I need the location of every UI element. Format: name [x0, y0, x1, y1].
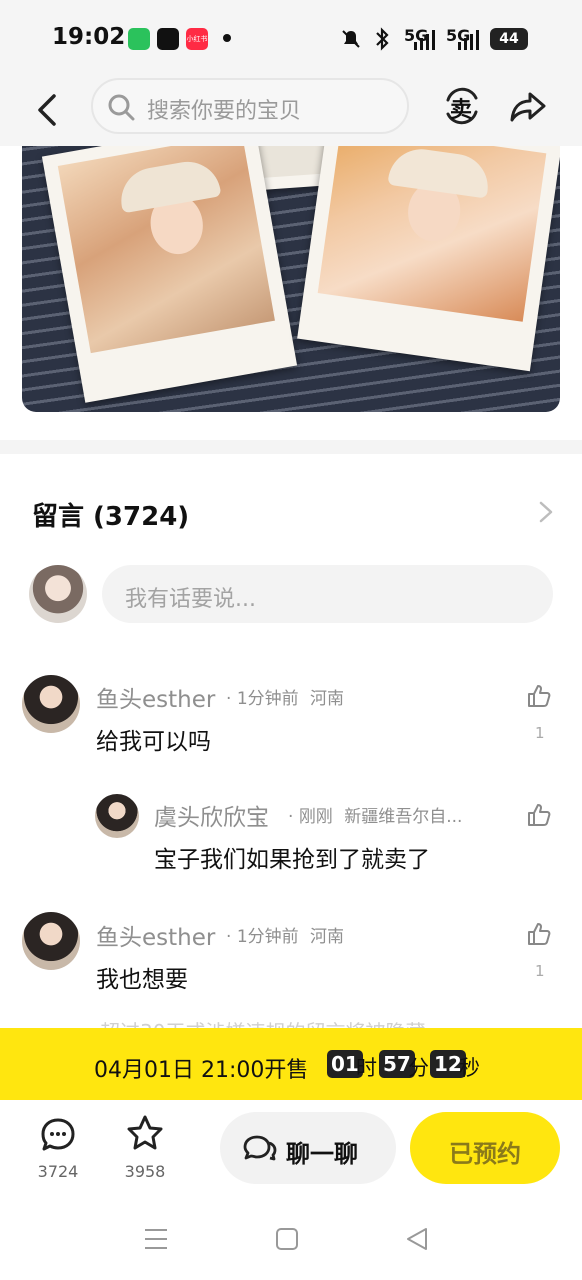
my-avatar	[29, 565, 87, 623]
comments-title[interactable]: 留言 (3724)	[32, 496, 189, 533]
search-placeholder: 搜索你要的宝贝	[147, 99, 302, 124]
menu-icon[interactable]	[144, 1228, 168, 1250]
status-time: 19:02	[52, 24, 126, 50]
product-image[interactable]	[22, 146, 560, 412]
countdown-seconds-unit: 秒	[459, 1056, 480, 1080]
search-input[interactable]: 搜索你要的宝贝	[91, 78, 409, 134]
share-icon[interactable]	[508, 86, 548, 126]
signal-bars-icon-1	[414, 30, 435, 50]
comment-username[interactable]: 鱼头esther	[96, 918, 215, 952]
home-square-icon[interactable]	[275, 1227, 299, 1251]
more-notifications-dot	[223, 34, 231, 42]
polaroid-photo	[297, 146, 560, 372]
thumbs-up-icon[interactable]	[526, 802, 552, 828]
chat-button[interactable]: 聊一聊	[220, 1112, 396, 1184]
bottom-action-bar: 3724 3958 聊一聊 已预约	[0, 1100, 582, 1196]
avatar[interactable]	[22, 912, 80, 970]
bluetooth-icon	[376, 27, 389, 51]
comment-time: 1分钟前	[236, 927, 299, 947]
wechat-notification-icon	[128, 28, 150, 50]
signal-bars-icon-2	[458, 30, 479, 50]
comment-username[interactable]: 鱼头esther	[96, 680, 215, 714]
mute-icon	[342, 30, 360, 48]
thumbs-up-icon[interactable]	[526, 683, 552, 709]
chevron-right-icon[interactable]	[536, 500, 556, 524]
sell-label: 卖	[450, 98, 473, 123]
avatar[interactable]	[22, 675, 80, 733]
favorite-count: 3958	[124, 1162, 166, 1181]
comment-meta: · 1分钟前 河南	[226, 927, 345, 947]
tiktok-notification-icon	[157, 28, 179, 50]
countdown-minutes-unit: 分	[408, 1056, 429, 1080]
top-header: 搜索你要的宝贝 卖	[0, 78, 582, 146]
comment-location: 河南	[310, 927, 345, 947]
chat-button-label: 聊一聊	[286, 1140, 358, 1168]
countdown-hours-unit: 时	[356, 1056, 377, 1080]
comment-action-button[interactable]: 3724	[28, 1112, 88, 1186]
section-divider	[0, 440, 582, 454]
status-bar: 19:02 小红书 5G 5G 44	[0, 0, 582, 78]
system-navigation-bar	[0, 1196, 582, 1280]
sell-button[interactable]: 卖	[442, 86, 482, 126]
xiaohongshu-notification-icon: 小红书	[186, 28, 208, 50]
comment-location: 河南	[310, 689, 345, 709]
like-count: 1	[535, 724, 545, 742]
comment-time: 刚刚	[298, 807, 333, 827]
favorite-action-button[interactable]: 3958	[115, 1112, 175, 1186]
comment-username[interactable]: 虞头欣欣宝	[154, 798, 269, 832]
comment-bubble-icon	[41, 1118, 75, 1151]
sale-start-time: 04月01日 21:00开售	[94, 1058, 309, 1083]
comment-meta: · 刚刚 新疆维吾尔自...	[288, 807, 463, 827]
avatar[interactable]	[95, 794, 139, 838]
sale-countdown-bar: 04月01日 21:00开售 01 时 57 分 12 秒	[0, 1028, 582, 1100]
chat-bubbles-icon	[243, 1135, 277, 1161]
comment-count: 3724	[37, 1162, 79, 1181]
reserved-button-label: 已预约	[449, 1140, 521, 1168]
polaroid-photo	[41, 146, 298, 403]
reserved-button[interactable]: 已预约	[410, 1112, 560, 1184]
comment-location: 新疆维吾尔自...	[344, 807, 463, 827]
comment-text: 我也想要	[96, 967, 188, 993]
battery-indicator: 44	[490, 28, 528, 50]
star-icon	[127, 1115, 163, 1150]
comment-input[interactable]: 我有话要说...	[102, 565, 553, 623]
thumbs-up-icon[interactable]	[526, 921, 552, 947]
comment-time: 1分钟前	[236, 689, 299, 709]
search-icon	[108, 94, 135, 121]
comment-input-placeholder: 我有话要说...	[125, 587, 256, 612]
comment-text: 给我可以吗	[96, 729, 211, 755]
back-arrow-icon[interactable]	[30, 90, 66, 130]
like-count: 1	[535, 962, 545, 980]
comment-text: 宝子我们如果抢到了就卖了	[154, 847, 430, 873]
back-triangle-icon[interactable]	[405, 1227, 429, 1251]
comment-meta: · 1分钟前 河南	[226, 689, 345, 709]
